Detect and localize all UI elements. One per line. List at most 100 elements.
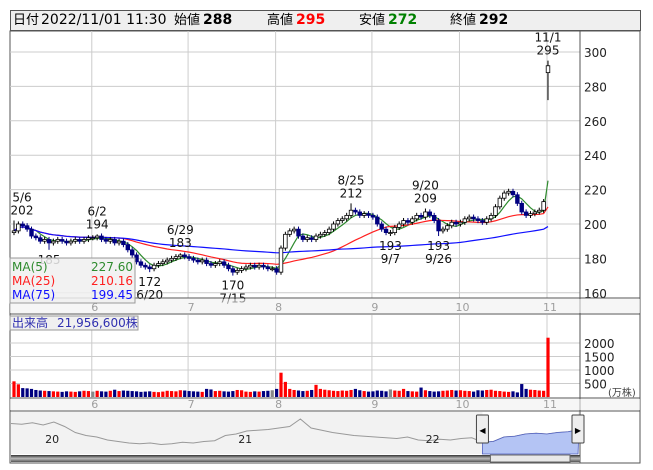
volume-bar bbox=[209, 389, 213, 397]
navigator-year-label: 21 bbox=[238, 433, 252, 446]
candle-body bbox=[396, 223, 402, 228]
candle-body bbox=[287, 230, 292, 235]
candle-body bbox=[436, 220, 441, 232]
price-tick-label: 220 bbox=[584, 184, 607, 198]
volume-bar bbox=[64, 391, 69, 397]
candle-body bbox=[77, 239, 82, 242]
candle-body bbox=[129, 249, 135, 256]
candle-body bbox=[29, 228, 34, 237]
volume-bar bbox=[428, 391, 432, 397]
volume-bar bbox=[463, 390, 467, 397]
volume-bar bbox=[253, 391, 257, 397]
price-axis-bg bbox=[580, 31, 640, 313]
volume-bar bbox=[314, 384, 318, 397]
candle-body bbox=[283, 233, 288, 249]
candle-body bbox=[423, 211, 428, 218]
candle-body bbox=[243, 266, 249, 270]
volume-bar bbox=[222, 391, 226, 397]
volume-bar bbox=[47, 391, 51, 397]
candle-body bbox=[256, 264, 262, 268]
candle-body bbox=[506, 190, 511, 194]
candle-body bbox=[418, 214, 424, 218]
volume-bar bbox=[38, 390, 42, 397]
candle-body bbox=[191, 257, 196, 261]
candle-body bbox=[405, 220, 411, 223]
price-tick-label: 280 bbox=[584, 80, 607, 94]
candle-body bbox=[270, 268, 275, 271]
annotation-value: 193 bbox=[427, 239, 450, 253]
candle-body bbox=[340, 218, 345, 221]
volume-bar bbox=[99, 391, 104, 397]
candle-body bbox=[449, 221, 454, 227]
candle-body bbox=[440, 228, 446, 232]
volume-bar bbox=[78, 391, 82, 397]
volume-bar bbox=[156, 392, 161, 397]
price-tick-label: 160 bbox=[584, 287, 607, 301]
volume-bar bbox=[336, 391, 340, 397]
time-axis-bg bbox=[10, 399, 640, 410]
candle-body bbox=[38, 237, 43, 242]
volume-bar bbox=[191, 391, 196, 397]
ma75-label: MA(75) bbox=[12, 288, 55, 302]
volume-bar bbox=[148, 391, 152, 397]
volume-bar bbox=[60, 391, 64, 397]
candle-body bbox=[230, 268, 236, 273]
candle-body bbox=[73, 239, 78, 242]
volume-bar bbox=[279, 372, 283, 397]
volume-bar bbox=[393, 390, 397, 397]
candle-body bbox=[261, 264, 266, 268]
volume-bar bbox=[502, 391, 506, 397]
candle-body bbox=[182, 254, 187, 258]
volume-bar bbox=[113, 389, 117, 397]
candle-body bbox=[265, 266, 271, 270]
volume-bar bbox=[524, 388, 528, 397]
volume-bar bbox=[235, 389, 239, 397]
annotation-date: 11/1 bbox=[535, 31, 562, 45]
candle-body bbox=[375, 216, 380, 225]
candle-body bbox=[300, 235, 306, 240]
candle-body bbox=[383, 228, 389, 234]
candle-body bbox=[16, 223, 21, 232]
candle-body bbox=[528, 213, 533, 216]
candle-body bbox=[46, 239, 52, 244]
candle-body bbox=[221, 261, 227, 266]
scrollbar-thumb[interactable] bbox=[489, 454, 571, 463]
volume-bar bbox=[362, 391, 366, 397]
volume-bar bbox=[266, 390, 270, 397]
annotation-value: 194 bbox=[86, 217, 109, 231]
volume-bar bbox=[270, 390, 274, 397]
volume-legend: 出来高 21,956,600株 bbox=[9, 315, 139, 331]
volume-bar bbox=[95, 390, 99, 397]
candle-body bbox=[519, 202, 524, 213]
volume-bar bbox=[511, 391, 515, 397]
candle-body bbox=[401, 220, 406, 225]
volume-bar bbox=[406, 391, 410, 397]
candle-body bbox=[361, 213, 367, 216]
volume-bar bbox=[327, 390, 331, 397]
annotation-date: 5/6 bbox=[12, 191, 31, 205]
candle-body bbox=[156, 263, 161, 266]
volume-bar bbox=[108, 390, 112, 397]
ma-legend: MA(5) 227.60 MA(25) 210.16 MA(75) 199.45 bbox=[9, 257, 136, 304]
candle-body bbox=[515, 194, 520, 204]
candle-body bbox=[379, 223, 384, 230]
volume-tick-label: 1000 bbox=[584, 364, 615, 378]
volume-bar bbox=[415, 391, 419, 397]
candle-body bbox=[24, 225, 30, 230]
annotation-date: 6/29 bbox=[167, 223, 194, 237]
volume-bar bbox=[143, 391, 147, 397]
volume-bar bbox=[152, 391, 156, 397]
candle-body bbox=[335, 220, 341, 225]
price-tick-label: 260 bbox=[584, 115, 607, 129]
annotation-date: 9/26 bbox=[425, 252, 452, 266]
candle-body bbox=[164, 259, 170, 263]
candle-body bbox=[86, 237, 91, 240]
candle-body bbox=[545, 65, 551, 74]
volume-bar bbox=[340, 390, 344, 397]
candle-body bbox=[90, 237, 95, 240]
volume-bar bbox=[174, 391, 178, 397]
volume-bar bbox=[69, 391, 73, 397]
candle-body bbox=[353, 209, 358, 213]
candle-body bbox=[541, 201, 546, 211]
volume-bar bbox=[296, 390, 301, 397]
